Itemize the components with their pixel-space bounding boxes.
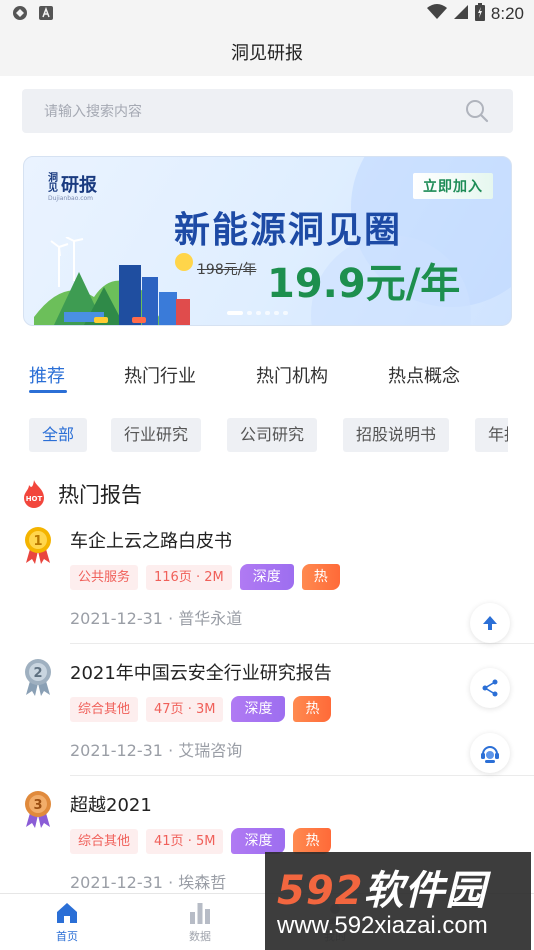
chip-annual-report[interactable]: 年报 <box>475 418 508 452</box>
banner-logo-main: 研报 <box>61 175 97 196</box>
rank-medal-icon: 3 <box>25 791 51 828</box>
search-input[interactable]: 请输入搜索内容 <box>22 89 513 133</box>
hot-badge: 热 <box>293 828 332 854</box>
wifi-icon <box>426 4 447 24</box>
chip-company-research[interactable]: 公司研究 <box>227 418 318 452</box>
banner-dot[interactable] <box>256 311 261 315</box>
scroll-top-button[interactable] <box>470 603 510 643</box>
search-placeholder: 请输入搜索内容 <box>44 104 142 120</box>
rank-medal-icon: 1 <box>25 527 51 564</box>
join-now-button[interactable]: 立即加入 <box>413 173 493 199</box>
rank-number: 1 <box>33 534 42 549</box>
app-header: 洞见研报 <box>0 28 534 76</box>
category-tag: 综合其他 <box>70 828 139 854</box>
active-tab-indicator <box>29 390 67 393</box>
banner-dot[interactable] <box>274 311 279 315</box>
hot-badge-text: HOT <box>26 495 43 503</box>
cell-signal-icon <box>453 4 469 24</box>
banner-logo-small: 洞见 <box>48 173 58 194</box>
tab-recommend[interactable]: 推荐 <box>29 362 65 388</box>
site-watermark: 592软件园 www.592xiazai.com <box>265 852 531 950</box>
hot-fire-icon: HOT <box>24 480 44 508</box>
banner-dot[interactable] <box>227 311 243 315</box>
category-tabs: 推荐 热门行业 热门机构 热点概念 <box>0 362 534 398</box>
report-tags: 公共服务 116页 · 2M 深度 热 <box>70 564 340 590</box>
hot-badge: 热 <box>293 696 332 722</box>
report-meta: 2021-12-31 · 艾瑞咨询 <box>70 741 243 760</box>
customer-service-button[interactable] <box>470 733 510 773</box>
watermark-url: www.592xiazai.com <box>277 912 488 939</box>
status-time: 8:20 <box>490 4 524 23</box>
hot-reports-header: HOT 热门报告 <box>20 478 142 510</box>
page-title: 洞见研报 <box>231 43 303 64</box>
banner-dot[interactable] <box>247 311 252 315</box>
customer-service-icon <box>481 746 499 763</box>
nav-data[interactable]: 数据 <box>170 900 230 944</box>
nav-label: 首页 <box>56 930 78 943</box>
chip-prospectus[interactable]: 招股说明书 <box>343 418 450 452</box>
pages-size-tag: 116页 · 2M <box>146 564 232 590</box>
battery-charging-icon <box>474 3 485 25</box>
banner-dot[interactable] <box>283 311 288 315</box>
arrow-up-icon <box>483 616 497 630</box>
chip-industry-research[interactable]: 行业研究 <box>111 418 202 452</box>
deep-badge: 深度 <box>231 828 286 854</box>
report-tags: 综合其他 41页 · 5M 深度 热 <box>70 828 332 854</box>
category-tag: 综合其他 <box>70 696 139 722</box>
share-button[interactable] <box>470 668 510 708</box>
watermark-text: 软件园 <box>363 868 487 914</box>
banner-dot[interactable] <box>265 311 270 315</box>
banner-old-price: 198元/年 <box>197 262 257 278</box>
search-icon[interactable] <box>465 99 489 123</box>
promo-banner[interactable]: 洞见 研报 Dujianbao.com 立即加入 新能源洞见圈 198元/年 1… <box>23 156 512 326</box>
divider <box>70 775 534 776</box>
city-energy-illustration <box>34 237 193 325</box>
deep-badge: 深度 <box>231 696 286 722</box>
status-bar: 8:20 <box>0 0 534 28</box>
nav-home[interactable]: 首页 <box>37 900 97 944</box>
pages-size-tag: 41页 · 5M <box>146 828 224 854</box>
tab-hot-institution[interactable]: 热门机构 <box>256 362 328 388</box>
divider <box>70 643 534 644</box>
report-title: 2021年中国云安全行业研究报告 <box>70 663 332 684</box>
tab-hot-industry[interactable]: 热门行业 <box>124 362 196 388</box>
hot-badge: 热 <box>301 564 340 590</box>
home-icon <box>57 903 77 923</box>
watermark-number: 592 <box>277 868 364 914</box>
rank-medal-icon: 2 <box>25 659 51 696</box>
report-meta: 2021-12-31 · 埃森哲 <box>70 873 227 892</box>
banner-new-price: 19.9元/年 <box>267 261 461 307</box>
watermark-brand: 592软件园 <box>277 858 487 916</box>
banner-pagination[interactable] <box>227 311 288 315</box>
app-notification-icon <box>12 5 28 21</box>
report-tags: 综合其他 47页 · 3M 深度 热 <box>70 696 332 722</box>
category-tag: 公共服务 <box>70 564 139 590</box>
bar-chart-icon <box>190 903 210 924</box>
share-icon <box>482 679 498 697</box>
report-title: 超越2021 <box>70 795 152 816</box>
deep-badge: 深度 <box>239 564 294 590</box>
nav-label: 数据 <box>189 930 211 943</box>
section-title: 热门报告 <box>58 483 142 507</box>
report-meta: 2021-12-31 · 普华永道 <box>70 609 243 628</box>
banner-headline: 新能源洞见圈 <box>174 210 403 251</box>
filter-chips: 全部 行业研究 公司研究 招股说明书 年报 <box>0 418 508 452</box>
tab-hot-concept[interactable]: 热点概念 <box>388 362 460 388</box>
banner-logo-sub: Dujianbao.com <box>48 195 94 202</box>
banner-logo: 洞见 研报 <box>48 171 97 197</box>
rank-number: 2 <box>33 666 42 681</box>
text-a-icon <box>38 5 54 21</box>
report-title: 车企上云之路白皮书 <box>70 531 232 552</box>
pages-size-tag: 47页 · 3M <box>146 696 224 722</box>
rank-number: 3 <box>33 798 42 813</box>
chip-all[interactable]: 全部 <box>29 418 88 452</box>
